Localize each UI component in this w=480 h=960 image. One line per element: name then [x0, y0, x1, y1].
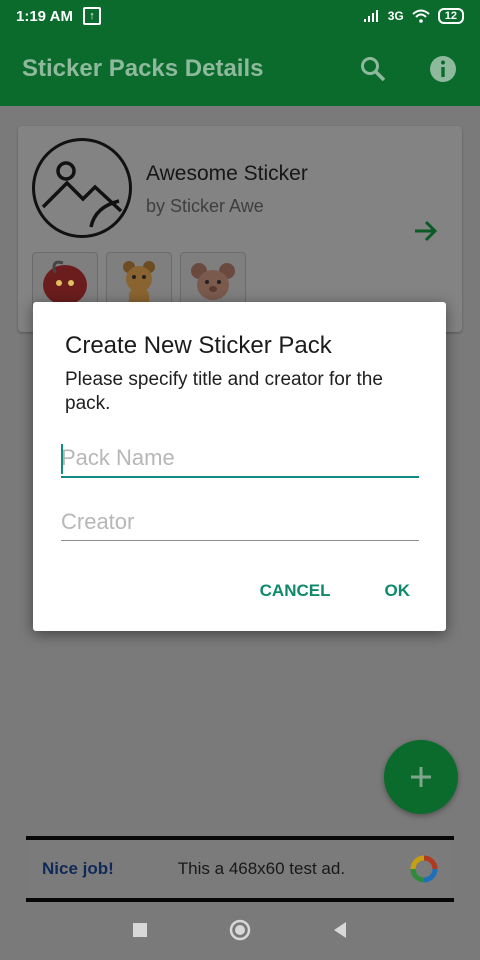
info-icon	[430, 56, 456, 82]
ad-banner[interactable]: Nice job! This a 468x60 test ad.	[26, 836, 454, 902]
search-button[interactable]	[358, 54, 388, 84]
circle-icon	[229, 919, 251, 940]
nav-home-button[interactable]	[229, 919, 251, 946]
ok-button[interactable]: OK	[381, 575, 415, 607]
tray-icon-image-placeholder	[32, 138, 132, 238]
creator-input[interactable]	[61, 504, 419, 541]
dialog-actions: CANCEL OK	[256, 575, 414, 607]
dialog-message: Please specify title and creator for the…	[65, 369, 383, 414]
back-triangle-icon	[334, 921, 346, 938]
ad-nice-label: Nice job!	[42, 859, 114, 878]
nav-back-button[interactable]	[332, 921, 348, 944]
cancel-button[interactable]: CANCEL	[256, 575, 335, 607]
page-title: Sticker Packs Details	[22, 55, 264, 82]
battery-icon: 12	[437, 8, 464, 24]
app-bar-actions	[358, 54, 458, 84]
network-type: 3G	[387, 9, 404, 23]
status-time: 1:19 AM	[16, 7, 73, 25]
ad-choices-logo[interactable]	[410, 855, 438, 883]
pack-name-input[interactable]	[61, 440, 419, 478]
add-sticker-pack-button[interactable]	[384, 740, 458, 814]
wifi-icon	[412, 9, 430, 23]
info-button[interactable]	[428, 54, 458, 84]
text-cursor	[61, 444, 63, 474]
app-bar: Sticker Packs Details	[0, 32, 480, 106]
signal-icon	[363, 10, 378, 22]
square-icon	[133, 922, 147, 937]
dialog-title: Create New Sticker Pack	[65, 332, 332, 359]
pack-author: by Sticker Awe	[146, 196, 264, 216]
search-icon	[361, 57, 386, 82]
arrow-right-icon	[415, 220, 438, 242]
upload-icon: ↑	[82, 7, 101, 25]
open-pack-button[interactable]	[410, 216, 440, 246]
pack-name: Awesome Sticker	[146, 162, 308, 185]
system-nav-bar	[0, 904, 480, 960]
nav-recents-button[interactable]	[132, 922, 148, 943]
status-indicators: 3G 12	[363, 8, 464, 24]
status-bar: 1:19 AM ↑ 3G 12	[0, 0, 480, 32]
create-pack-dialog: Create New Sticker Pack Please specify t…	[33, 302, 446, 631]
image-placeholder-icon	[41, 161, 123, 228]
plus-icon	[411, 767, 431, 787]
ad-text: This a 468x60 test ad.	[177, 859, 346, 878]
